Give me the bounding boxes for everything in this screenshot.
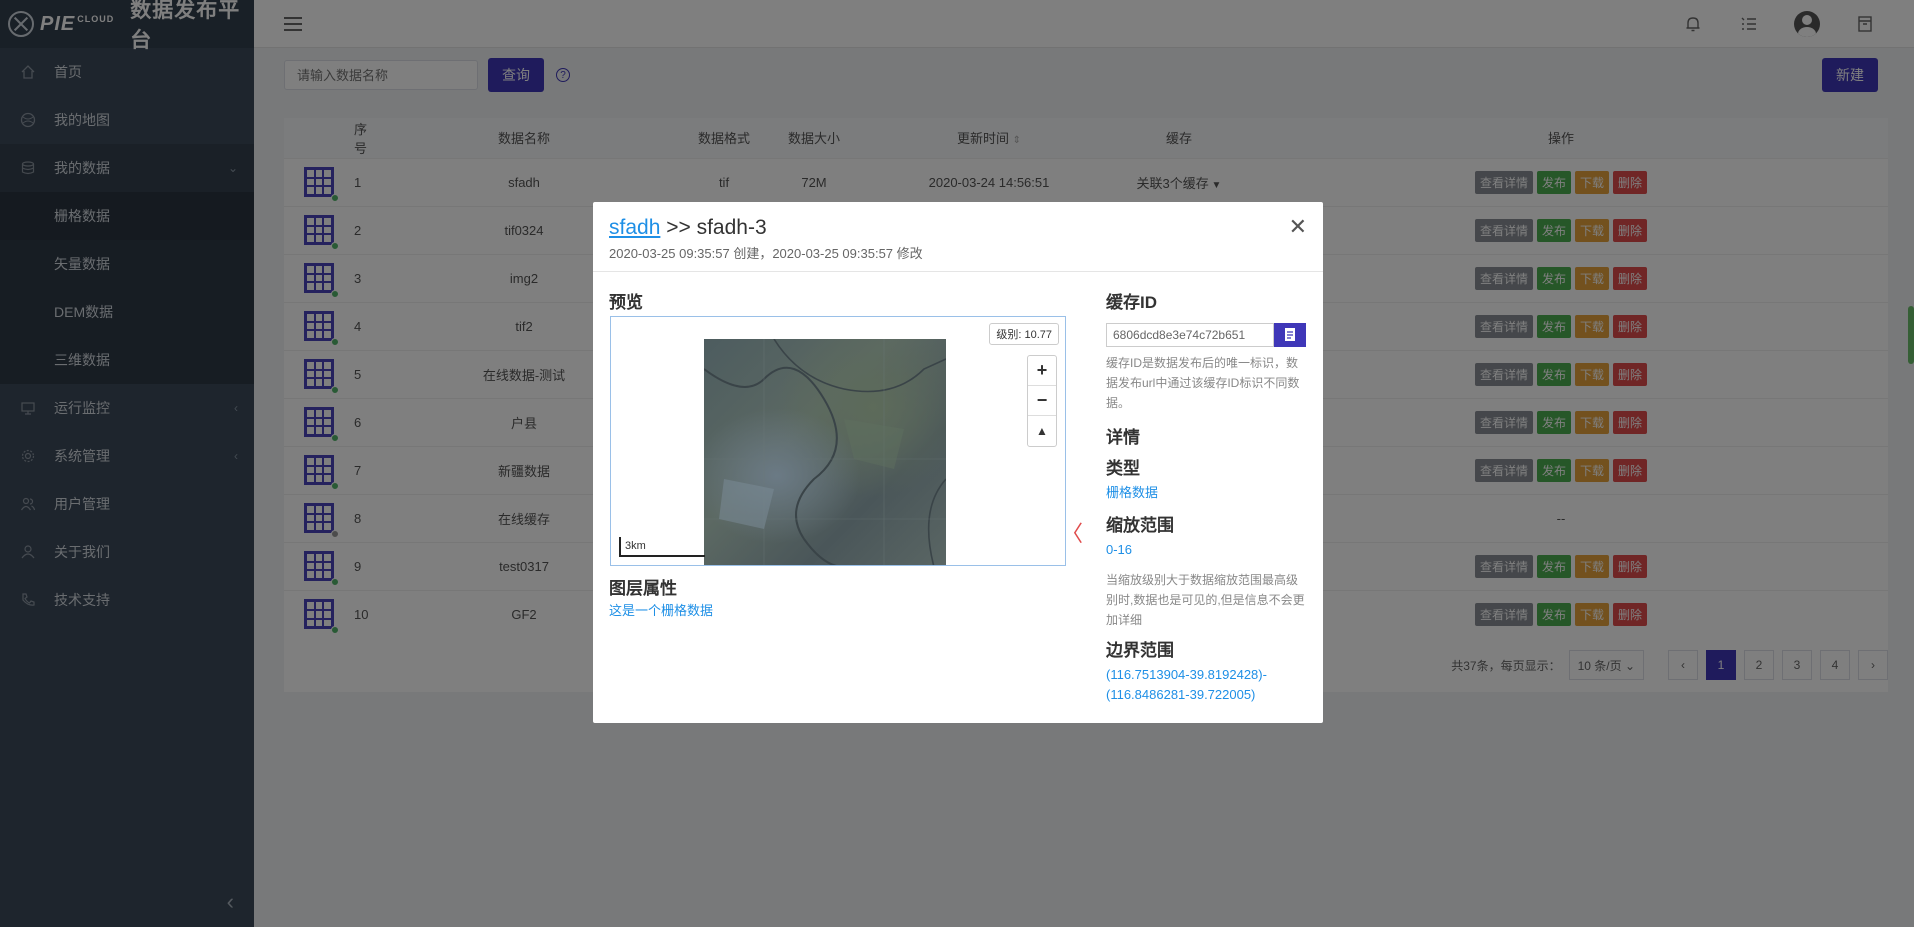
type-value: 栅格数据 [1106,485,1159,500]
bounds-value-line-2: (116.8486281-39.722005) [1106,687,1256,702]
copy-icon [1285,328,1295,341]
map-preview[interactable]: 级别: 10.77 + − ▲ 3km [610,316,1066,566]
detail-title: 详情 [1106,428,1140,447]
cache-id-field[interactable]: 6806dcd8e3e74c72b651 [1106,323,1274,347]
scale-bar: 3km [619,537,705,557]
zoom-in-button[interactable]: + [1028,356,1056,386]
compass-icon[interactable]: ▲ [1028,416,1056,446]
zoom-range-value: 0-16 [1106,542,1133,557]
breadcrumb-current: sfadh-3 [696,216,767,239]
dialog-title: sfadh >> sfadh-3 [609,216,1307,240]
zoom-out-button[interactable]: − [1028,386,1056,416]
bounds-value-line-1: (116.7513904-39.8192428)- [1106,667,1267,682]
zoom-range-description: 当缩放级别大于数据缩放范围最高级别时,数据也是可见的,但是信息不会更加详细 [1106,573,1305,627]
preview-title: 预览 [609,293,643,312]
zoom-control: + − ▲ [1027,355,1057,447]
cache-id-title: 缓存ID [1106,293,1157,312]
type-title: 类型 [1106,459,1140,478]
dialog-header: sfadh >> sfadh-3 2020-03-25 09:35:57 创建，… [593,202,1323,272]
dialog-subtitle: 2020-03-25 09:35:57 创建，2020-03-25 09:35:… [609,246,923,261]
zoom-range-title: 缩放范围 [1106,516,1174,535]
cache-id-row: 6806dcd8e3e74c72b651 [1106,323,1306,347]
satellite-image [704,339,946,565]
detail-dialog: sfadh >> sfadh-3 2020-03-25 09:35:57 创建，… [593,202,1323,723]
bounds-value: (116.7513904-39.8192428)- (116.8486281-3… [1106,665,1306,705]
layer-description: 这是一个栅格数据 [609,603,714,618]
close-icon[interactable]: ✕ [1289,216,1307,238]
zoom-level-label: 级别: 10.77 [989,323,1059,345]
copy-button[interactable] [1274,323,1306,347]
breadcrumb-link[interactable]: sfadh [609,216,660,239]
bounds-title: 边界范围 [1106,641,1174,660]
layer-attributes-title: 图层属性 [609,579,677,598]
breadcrumb-separator: >> [660,216,697,239]
map-nav-marker-icon: 〈 [1061,521,1084,546]
cache-id-description: 缓存ID是数据发布后的唯一标识，数据发布url中通过该缓存ID标识不同数据。 [1106,356,1300,410]
info-panel: 缓存ID 6806dcd8e3e74c72b651 缓存ID是数据发布后的唯一标… [1106,288,1306,705]
